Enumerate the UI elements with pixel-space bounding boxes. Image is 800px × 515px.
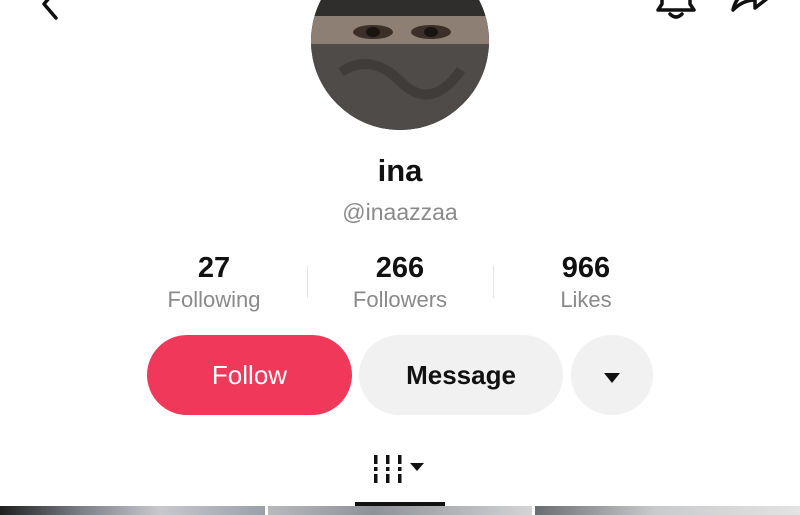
likes-count: 966: [561, 252, 611, 284]
following-label: Following: [167, 287, 261, 312]
stat-divider: [493, 266, 494, 298]
videos-tab[interactable]: [355, 445, 445, 503]
share-arrow-icon: [727, 0, 777, 29]
message-button-label: Message: [406, 359, 516, 390]
following-count: 27: [197, 252, 231, 284]
stat-divider: [307, 266, 308, 298]
bell-icon: [654, 0, 698, 29]
profile-handle: @inaazzaa: [342, 199, 458, 225]
share-button[interactable]: [726, 0, 778, 26]
followers-label: Followers: [352, 287, 448, 312]
follow-button[interactable]: Follow: [147, 335, 352, 415]
message-button[interactable]: Message: [359, 335, 563, 415]
back-button[interactable]: [30, 0, 70, 26]
avatar-photo: [311, 0, 489, 130]
video-thumbnail[interactable]: [268, 506, 532, 515]
followers-count: 266: [375, 252, 425, 284]
video-thumbnail[interactable]: [535, 506, 800, 515]
video-thumbnail[interactable]: [0, 506, 265, 515]
likes-stat[interactable]: 966 Likes: [496, 250, 676, 314]
profile-avatar[interactable]: [311, 0, 489, 130]
notifications-button[interactable]: [652, 0, 700, 26]
caret-down-icon: [603, 360, 621, 391]
chevron-left-icon: [38, 0, 62, 27]
following-stat[interactable]: 27 Following: [124, 250, 304, 314]
likes-label: Likes: [560, 287, 612, 312]
profile-display-name: ina: [377, 153, 423, 188]
followers-stat[interactable]: 266 Followers: [310, 250, 490, 314]
more-options-button[interactable]: [571, 335, 653, 415]
follow-button-label: Follow: [211, 359, 288, 390]
profile-screen: ina @inaazzaa 27 Following 266 Followers…: [0, 0, 800, 515]
video-grid-icon: [370, 453, 430, 492]
